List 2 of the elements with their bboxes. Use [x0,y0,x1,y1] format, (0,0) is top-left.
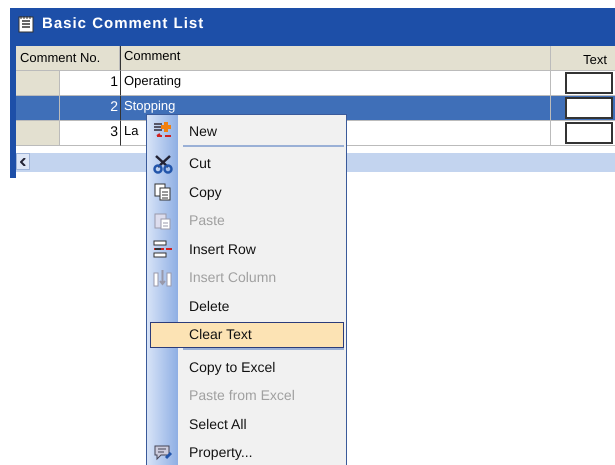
table-cell: 3 [60,121,120,146]
window-title: Basic Comment List [42,14,204,34]
